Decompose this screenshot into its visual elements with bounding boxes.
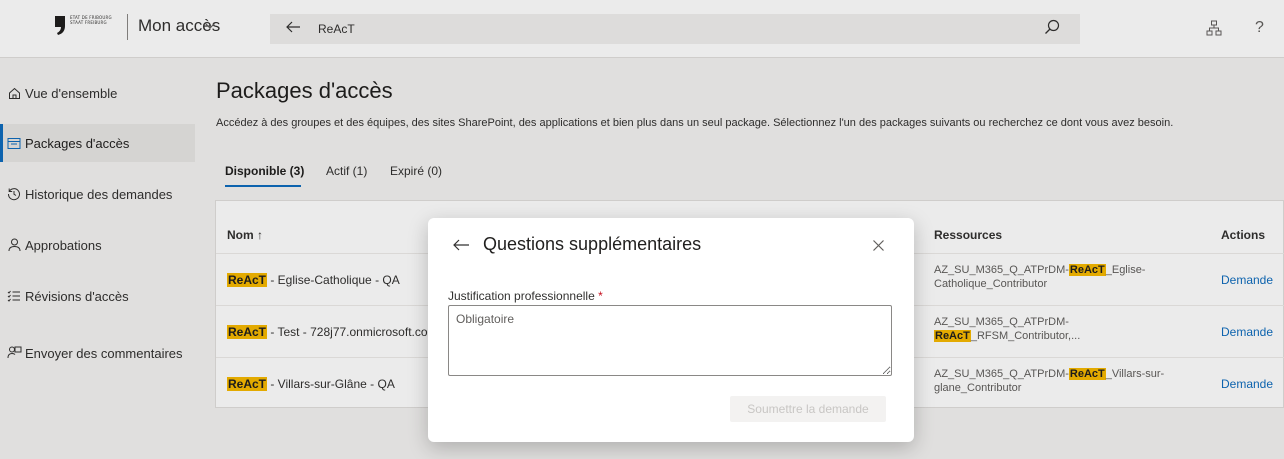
additional-questions-dialog: Questions supplémentaires Justification … bbox=[428, 218, 914, 442]
close-icon[interactable] bbox=[872, 239, 885, 252]
submit-request-button[interactable]: Soumettre la demande bbox=[730, 396, 886, 422]
required-marker: * bbox=[598, 289, 603, 303]
back-arrow-icon[interactable] bbox=[452, 238, 470, 252]
dialog-title: Questions supplémentaires bbox=[483, 234, 702, 254]
justification-field[interactable] bbox=[448, 305, 892, 376]
justification-label: Justification professionnelle * bbox=[448, 289, 603, 303]
